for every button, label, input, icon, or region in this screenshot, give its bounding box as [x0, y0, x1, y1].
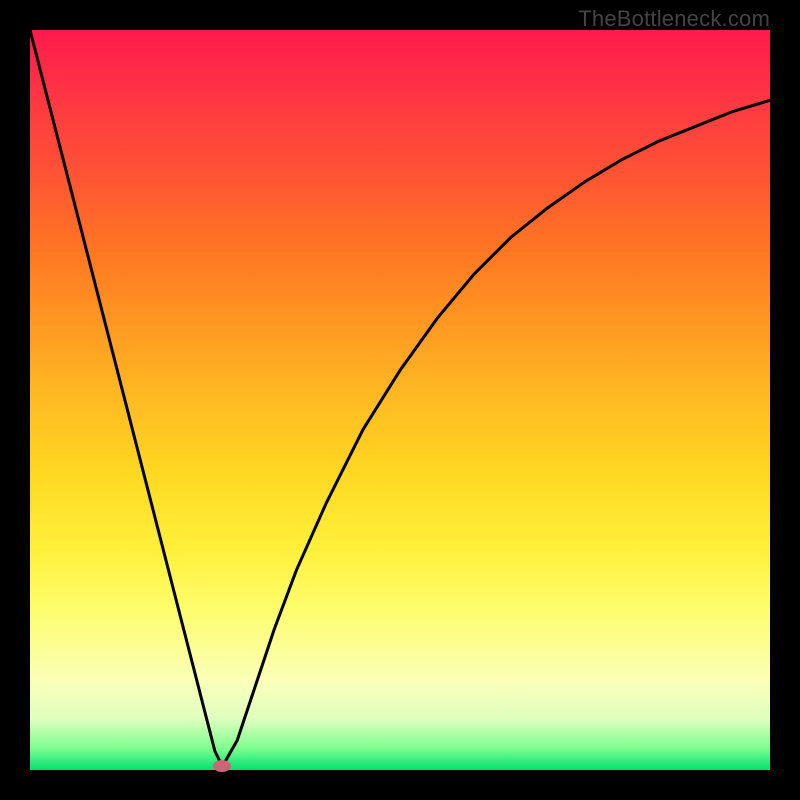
- bottleneck-curve: [30, 30, 770, 770]
- plot-area: [30, 30, 770, 770]
- watermark-text: TheBottleneck.com: [578, 6, 770, 32]
- chart-frame: TheBottleneck.com: [0, 0, 800, 800]
- minimum-marker: [213, 760, 231, 772]
